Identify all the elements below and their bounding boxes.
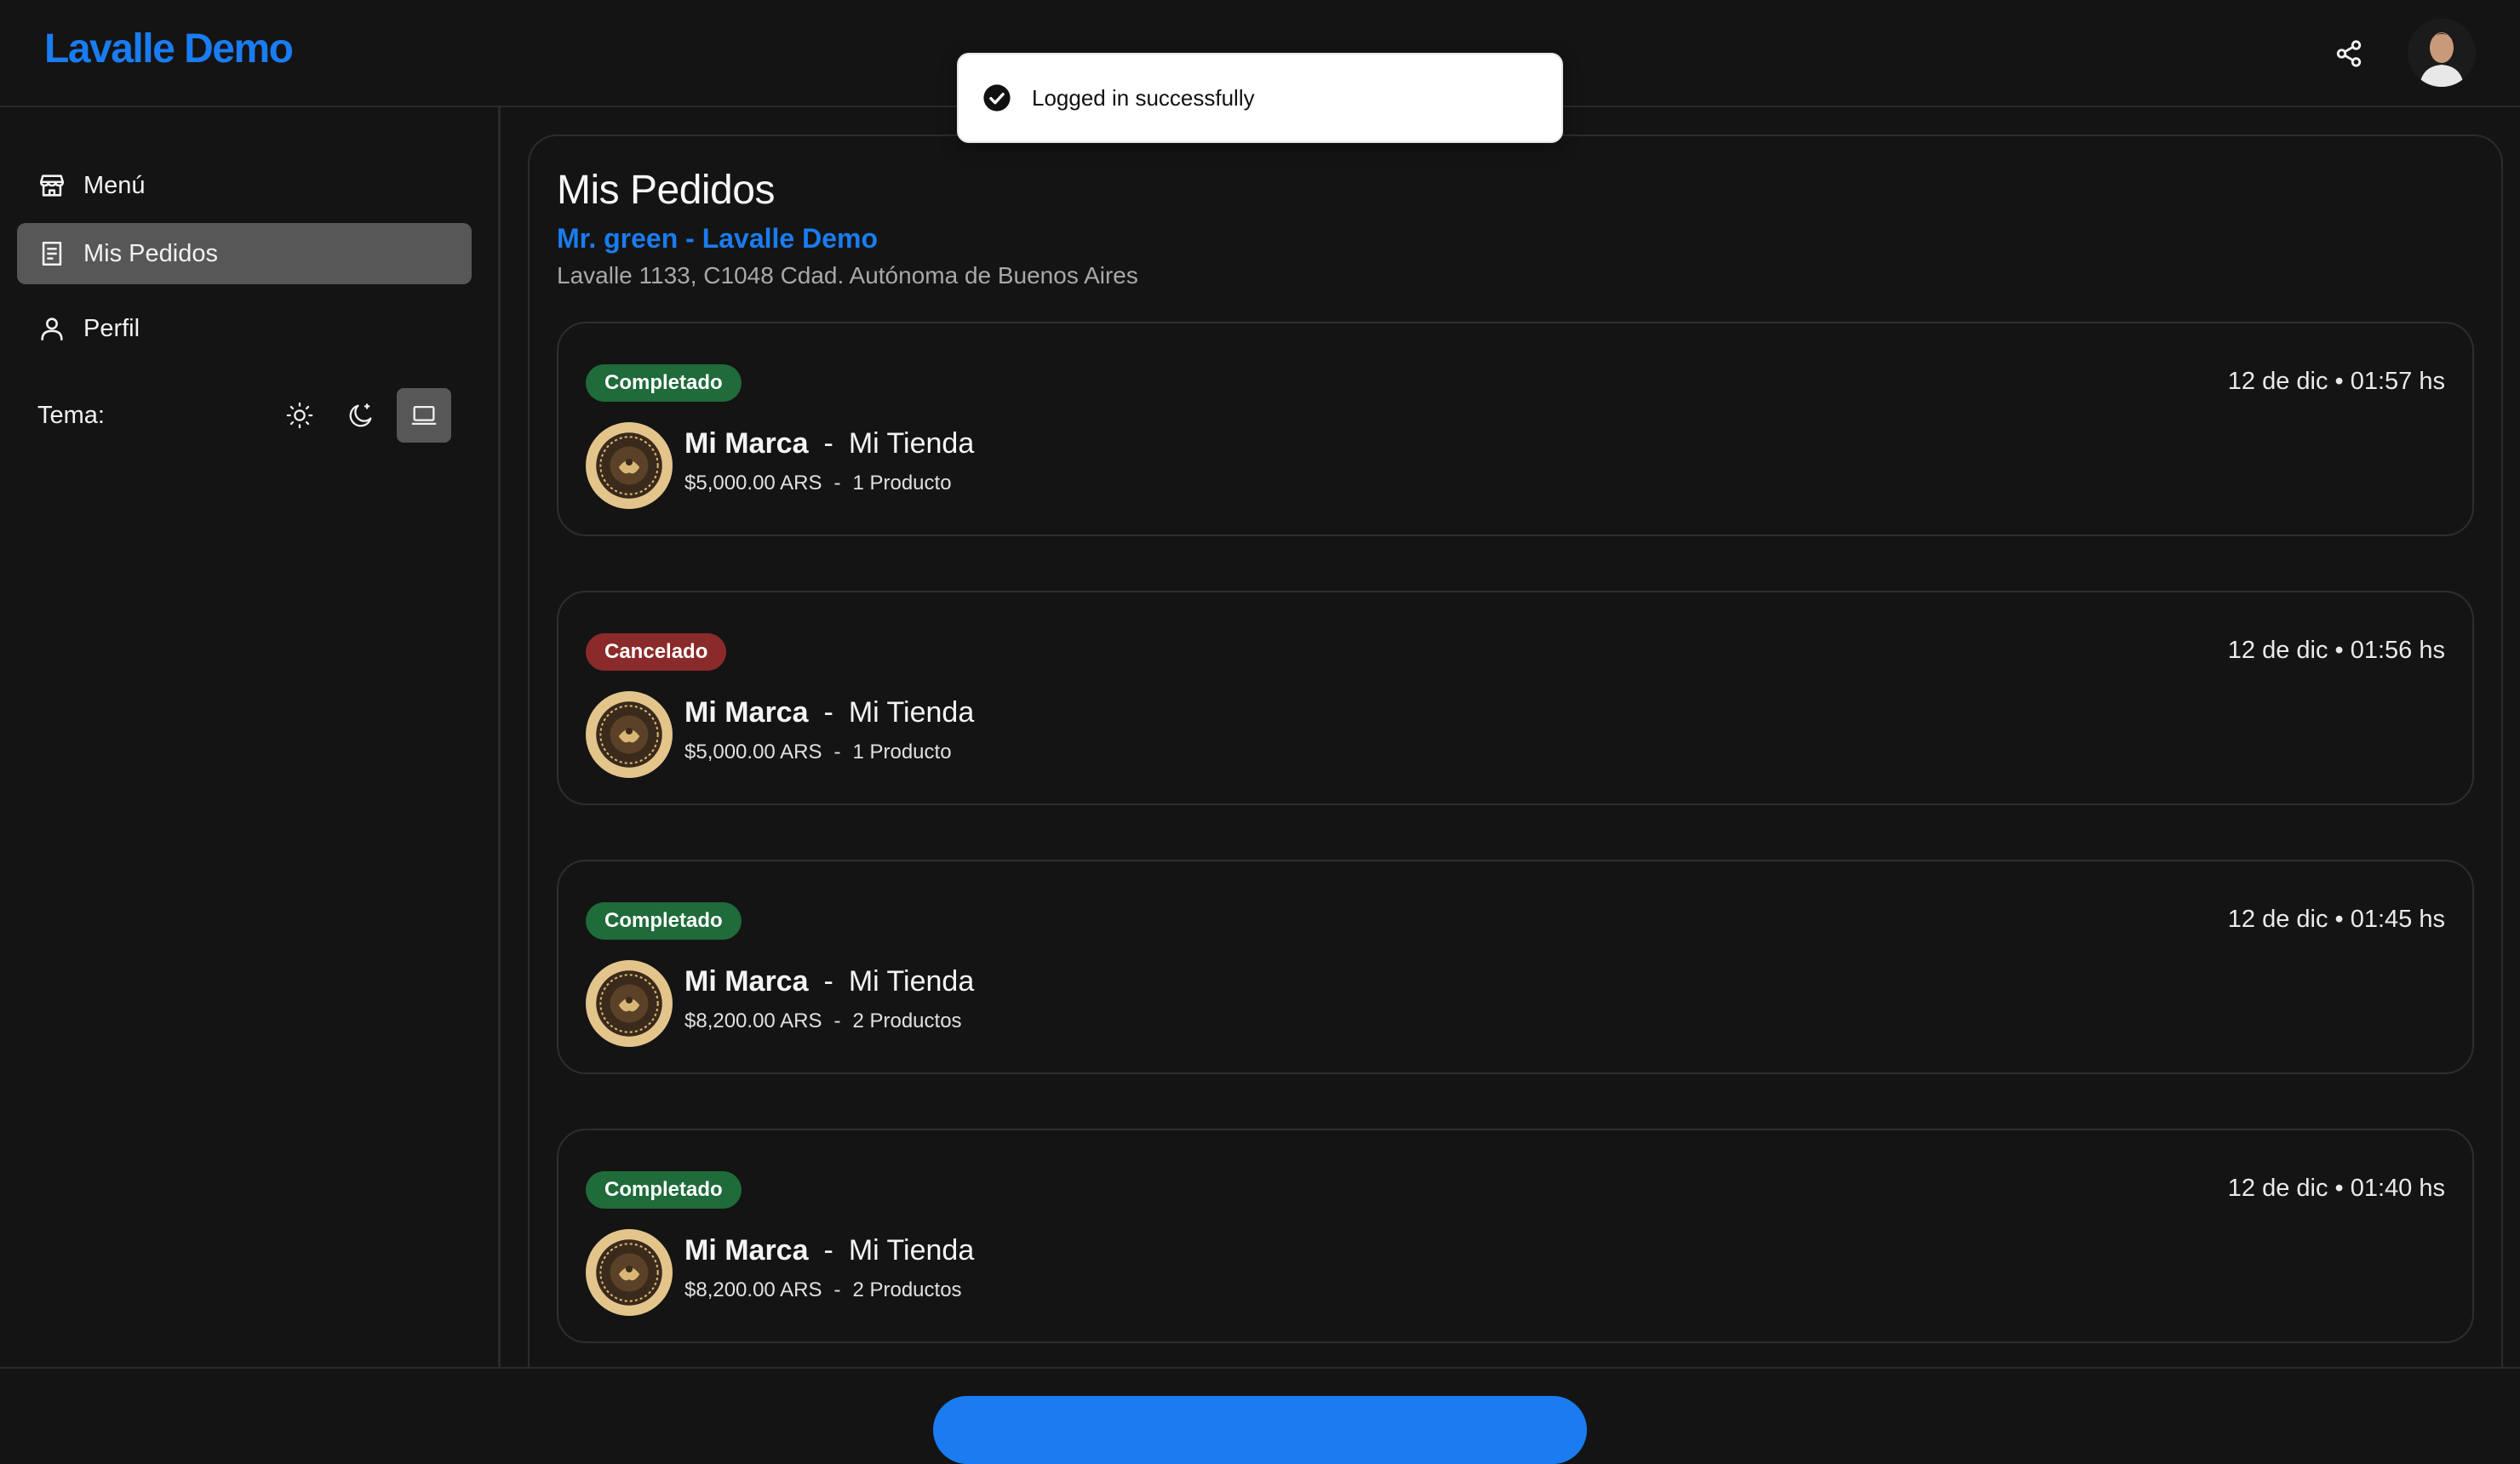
moon-icon [349,403,372,427]
order-product-count: 1 Producto [852,472,952,495]
store-address: Lavalle 1133, C1048 Cdad. Autónoma de Bu… [557,262,1138,289]
status-badge: Cancelado [586,633,727,671]
bottom-bar [0,1367,2520,1464]
order-title: Mi Marca - Mi Tienda [684,427,974,460]
order-card[interactable]: Completado 12 de dic • 01:45 hs Mi Marca… [557,860,2474,1074]
page-title: Mis Pedidos [557,168,775,213]
order-summary: $5,000.00 ARS -1 Producto [684,472,952,495]
order-brand: Mi Marca [684,696,809,729]
user-avatar[interactable] [2408,19,2476,87]
order-title: Mi Marca - Mi Tienda [684,696,974,729]
status-badge: Completado [586,364,742,402]
order-price: $5,000.00 ARS [684,472,822,495]
brand-logo-text[interactable]: Lavalle Demo [44,26,294,72]
success-toast: Logged in successfully [957,53,1563,143]
order-card[interactable]: Completado 12 de dic • 01:40 hs Mi Marca… [557,1129,2474,1343]
brand-logo-icon [586,422,673,509]
order-card[interactable]: Cancelado 12 de dic • 01:56 hs Mi Marca -… [557,591,2474,805]
sidebar-item-label: Perfil [83,314,140,342]
brand-logo-icon [586,960,673,1047]
brand-logo-icon [586,1229,673,1316]
theme-light-button[interactable] [272,388,327,443]
title-separator: - [823,965,833,998]
order-summary: $8,200.00 ARS -2 Productos [684,1009,962,1033]
order-brand: Mi Marca [684,1234,809,1267]
receipt-icon [42,241,62,266]
order-store: Mi Tienda [848,427,975,460]
order-summary: $5,000.00 ARS -1 Producto [684,741,952,764]
toast-message: Logged in successfully [1032,84,1255,111]
order-product-count: 2 Productos [852,1278,962,1301]
title-separator: - [823,1234,833,1267]
summary-separator: - [833,741,841,763]
order-price: $8,200.00 ARS [684,1278,822,1301]
sidebar-item-label: Menú [83,171,146,199]
order-product-count: 1 Producto [852,741,952,763]
order-store: Mi Tienda [848,1234,975,1267]
theme-selector: Tema: [37,388,451,443]
status-badge: Completado [586,1171,742,1209]
order-brand: Mi Marca [684,965,809,998]
store-icon [39,174,65,197]
order-date: 12 de dic • 01:57 hs [2227,368,2445,395]
sidebar-item-mis-pedidos[interactable]: Mis Pedidos [17,223,472,284]
order-title: Mi Marca - Mi Tienda [684,965,974,998]
order-date: 12 de dic • 01:45 hs [2227,906,2445,933]
theme-label: Tema: [37,401,105,429]
user-icon [41,317,63,341]
theme-dark-button[interactable] [334,388,388,443]
order-price: $5,000.00 ARS [684,741,822,763]
share-button[interactable] [2328,32,2370,75]
bottom-action-button[interactable] [933,1396,1587,1464]
title-separator: - [823,696,833,729]
order-product-count: 2 Productos [852,1009,962,1032]
avatar-icon [2408,19,2476,87]
sidebar-item-menu[interactable]: Menú [17,155,472,216]
summary-separator: - [833,1009,841,1032]
check-circle-icon [983,84,1011,112]
order-price: $8,200.00 ARS [684,1009,822,1032]
orders-panel: Mis Pedidos Mr. green - Lavalle Demo Lav… [528,134,2503,1394]
laptop-icon [411,405,437,426]
sun-icon [286,402,313,429]
brand-logo-icon [586,691,673,778]
order-store: Mi Tienda [848,696,975,729]
sidebar: Menú Mis Pedidos Perfil Tema: [0,107,501,1367]
sidebar-item-label: Mis Pedidos [83,239,218,267]
order-summary: $8,200.00 ARS -2 Productos [684,1278,962,1302]
order-date: 12 de dic • 01:56 hs [2227,637,2445,664]
order-brand: Mi Marca [684,427,809,460]
sidebar-item-perfil[interactable]: Perfil [17,298,472,359]
summary-separator: - [833,1278,841,1301]
title-separator: - [823,427,833,460]
order-card[interactable]: Completado 12 de dic • 01:57 hs Mi Marca… [557,322,2474,536]
order-store: Mi Tienda [848,965,975,998]
summary-separator: - [833,472,841,495]
theme-system-button[interactable] [397,388,451,443]
order-title: Mi Marca - Mi Tienda [684,1234,974,1267]
status-badge: Completado [586,902,742,940]
store-name: Mr. green - Lavalle Demo [557,223,879,254]
order-date: 12 de dic • 01:40 hs [2227,1175,2445,1202]
share-icon [2336,40,2362,67]
